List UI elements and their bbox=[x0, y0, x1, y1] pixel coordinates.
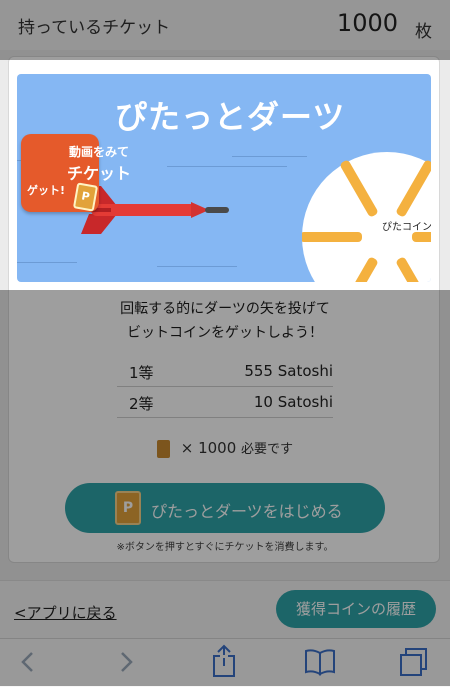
prize-row: 2等 10 Satoshi bbox=[117, 387, 333, 418]
browser-toolbar bbox=[0, 638, 450, 687]
coin-history-button[interactable]: 獲得コインの履歴 bbox=[276, 590, 436, 628]
prize-row: 1等 555 Satoshi bbox=[117, 356, 333, 387]
share-icon[interactable] bbox=[210, 644, 238, 678]
wheel-center-label: ぴたコイン bbox=[382, 222, 431, 233]
ticket-coin-icon bbox=[156, 439, 170, 458]
bookmarks-icon[interactable] bbox=[304, 648, 336, 676]
cloud-line bbox=[17, 262, 77, 263]
description-line1: 回転する的にダーツの矢を投げて bbox=[120, 301, 330, 317]
badge-line1: 動画をみて bbox=[68, 145, 129, 159]
ticket-count: 1000 bbox=[336, 9, 398, 37]
point-coin-icon: P bbox=[115, 491, 141, 525]
start-button-label: ぴたっとダーツをはじめる bbox=[151, 502, 343, 521]
prize-value: 555 Satoshi bbox=[244, 362, 333, 380]
prize-rank: 1等 bbox=[129, 364, 154, 382]
forward-arrow-icon[interactable] bbox=[116, 649, 136, 675]
requirement-suffix: 必要です bbox=[241, 442, 294, 457]
ticket-requirement: × 1000 必要です bbox=[0, 438, 450, 458]
ticket-title: 持っているチケット bbox=[18, 18, 171, 38]
back-arrow-icon[interactable] bbox=[18, 649, 38, 675]
description-line2: ビットコインをゲットしよう！ bbox=[127, 325, 323, 341]
prize-value: 10 Satoshi bbox=[253, 393, 333, 411]
requirement-times: × bbox=[180, 439, 194, 457]
tabs-icon[interactable] bbox=[398, 647, 430, 677]
page-footer: <アプリに戻る 獲得コインの履歴 bbox=[0, 580, 450, 639]
cloud-line bbox=[157, 266, 237, 267]
badge-line3: ゲット! bbox=[27, 184, 66, 197]
dart-icon bbox=[81, 186, 229, 234]
requirement-amount: 1000 bbox=[198, 439, 237, 457]
prize-rank: 2等 bbox=[129, 395, 154, 413]
ticket-unit: 枚 bbox=[415, 22, 432, 42]
ticket-header: 持っているチケット 1000 枚 bbox=[0, 0, 450, 51]
cloud-line bbox=[232, 156, 307, 157]
start-darts-button[interactable]: P ぴたっとダーツをはじめる bbox=[65, 483, 385, 533]
consume-note: ※ボタンを押すとすぐにチケットを消費します。 bbox=[116, 542, 334, 553]
wheel-spokes bbox=[302, 160, 431, 282]
dart-wheel: ぴたコイン bbox=[302, 152, 431, 282]
back-to-app-link[interactable]: <アプリに戻る bbox=[14, 602, 117, 623]
video-ticket-badge[interactable]: 動画をみて チケット ゲット! P bbox=[21, 134, 131, 212]
point-coin-icon: P bbox=[72, 182, 99, 212]
badge-line2: チケット bbox=[66, 164, 131, 183]
darts-banner[interactable]: ぴたっとダーツ ぴたコイン 動画をみて チケット ゲット! P bbox=[17, 74, 431, 282]
banner-title: ぴたっとダーツ bbox=[115, 98, 346, 136]
cloud-line bbox=[167, 166, 287, 167]
